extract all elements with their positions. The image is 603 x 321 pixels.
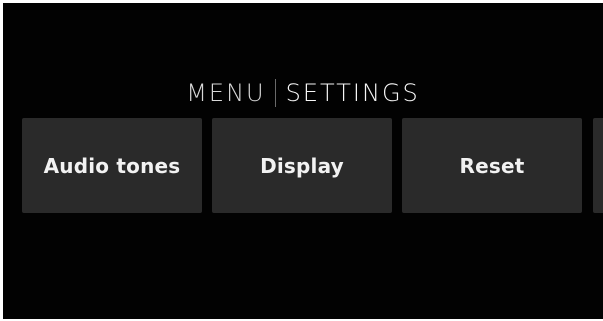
next-tile-partial[interactable] — [593, 118, 603, 213]
audio-tones-label: Audio tones — [43, 153, 181, 178]
display-label: Display — [260, 153, 344, 178]
settings-breadcrumb: SETTINGS — [285, 79, 420, 107]
reset-label: Reset — [459, 153, 525, 178]
menu-breadcrumb: MENU — [186, 79, 266, 107]
page-title: MENU SETTINGS — [3, 79, 603, 107]
reset-tile[interactable]: Reset — [402, 118, 582, 213]
display-tile[interactable]: Display — [212, 118, 392, 213]
audio-tones-tile[interactable]: Audio tones — [22, 118, 202, 213]
breadcrumb-separator — [274, 79, 276, 107]
settings-screen: MENU SETTINGS Audio tones Display Reset — [3, 3, 603, 319]
